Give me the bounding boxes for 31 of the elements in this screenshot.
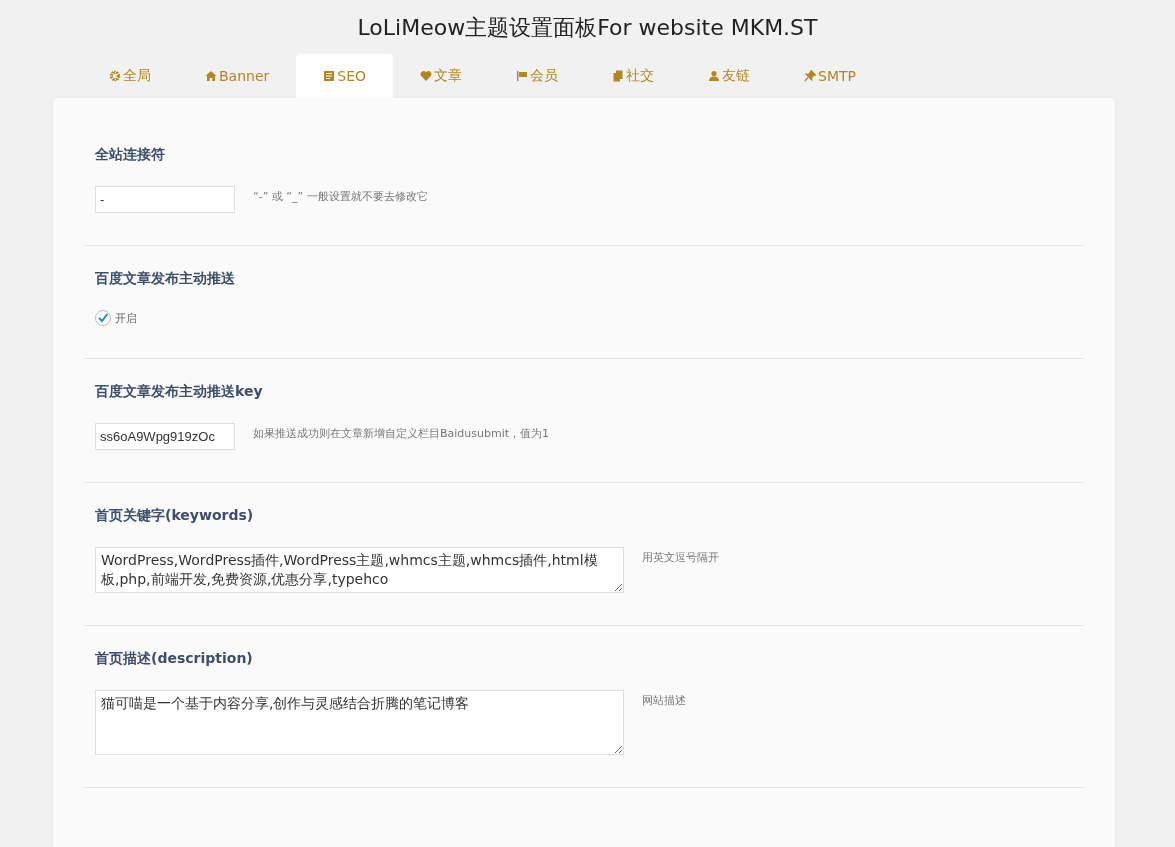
text-area[interactable]: WordPress,WordPress插件,WordPress主题,whmcs主题,whmcs插件,html模板,php,前端开发,免费资源,优惠分享,typehco: [95, 547, 624, 593]
tab[interactable]: 社交: [585, 54, 682, 98]
field-hint: 用英文逗号隔开: [642, 550, 719, 565]
tab[interactable]: SEO: [296, 54, 394, 98]
tab[interactable]: Banner: [178, 54, 297, 98]
text-area[interactable]: 猫可喵是一个基于内容分享,创作与灵感结合折腾的笔记博客: [95, 690, 624, 755]
text-input[interactable]: ss6oA9Wpg919zOc: [95, 423, 235, 450]
copy-icon: [612, 70, 625, 82]
text-input[interactable]: -: [95, 186, 235, 213]
checkbox-label: 开启: [115, 310, 137, 326]
page-title: LoLiMeow主题设置面板For website MKM.ST: [356, 14, 819, 42]
heart-icon: [420, 70, 433, 82]
section-heading: 全站连接符: [95, 146, 166, 164]
tab[interactable]: 全局: [82, 54, 178, 98]
field-hint: 如果推送成功则在文章新增自定义栏目Baidusubmit，值为1: [253, 426, 550, 441]
field-hint: 网站描述: [642, 693, 686, 708]
tab[interactable]: 友链: [681, 54, 778, 98]
section-heading: 首页关键字(keywords): [95, 507, 255, 525]
section-heading: 百度文章发布主动推送: [95, 270, 236, 288]
field-hint: “-” 或 “_” 一般设置就不要去修改它: [253, 189, 428, 204]
flag-icon: [516, 70, 529, 82]
user-icon: [708, 70, 721, 82]
pin-icon: [804, 70, 817, 82]
tab[interactable]: 文章: [393, 54, 490, 98]
section-heading: 百度文章发布主动推送key: [95, 383, 264, 401]
document-icon: [323, 70, 336, 82]
home-icon: [205, 70, 217, 82]
tab[interactable]: SMTP: [777, 54, 884, 98]
checkbox[interactable]: [95, 310, 111, 326]
tab[interactable]: 会员: [489, 54, 586, 98]
section-heading: 首页描述(description): [95, 650, 254, 668]
